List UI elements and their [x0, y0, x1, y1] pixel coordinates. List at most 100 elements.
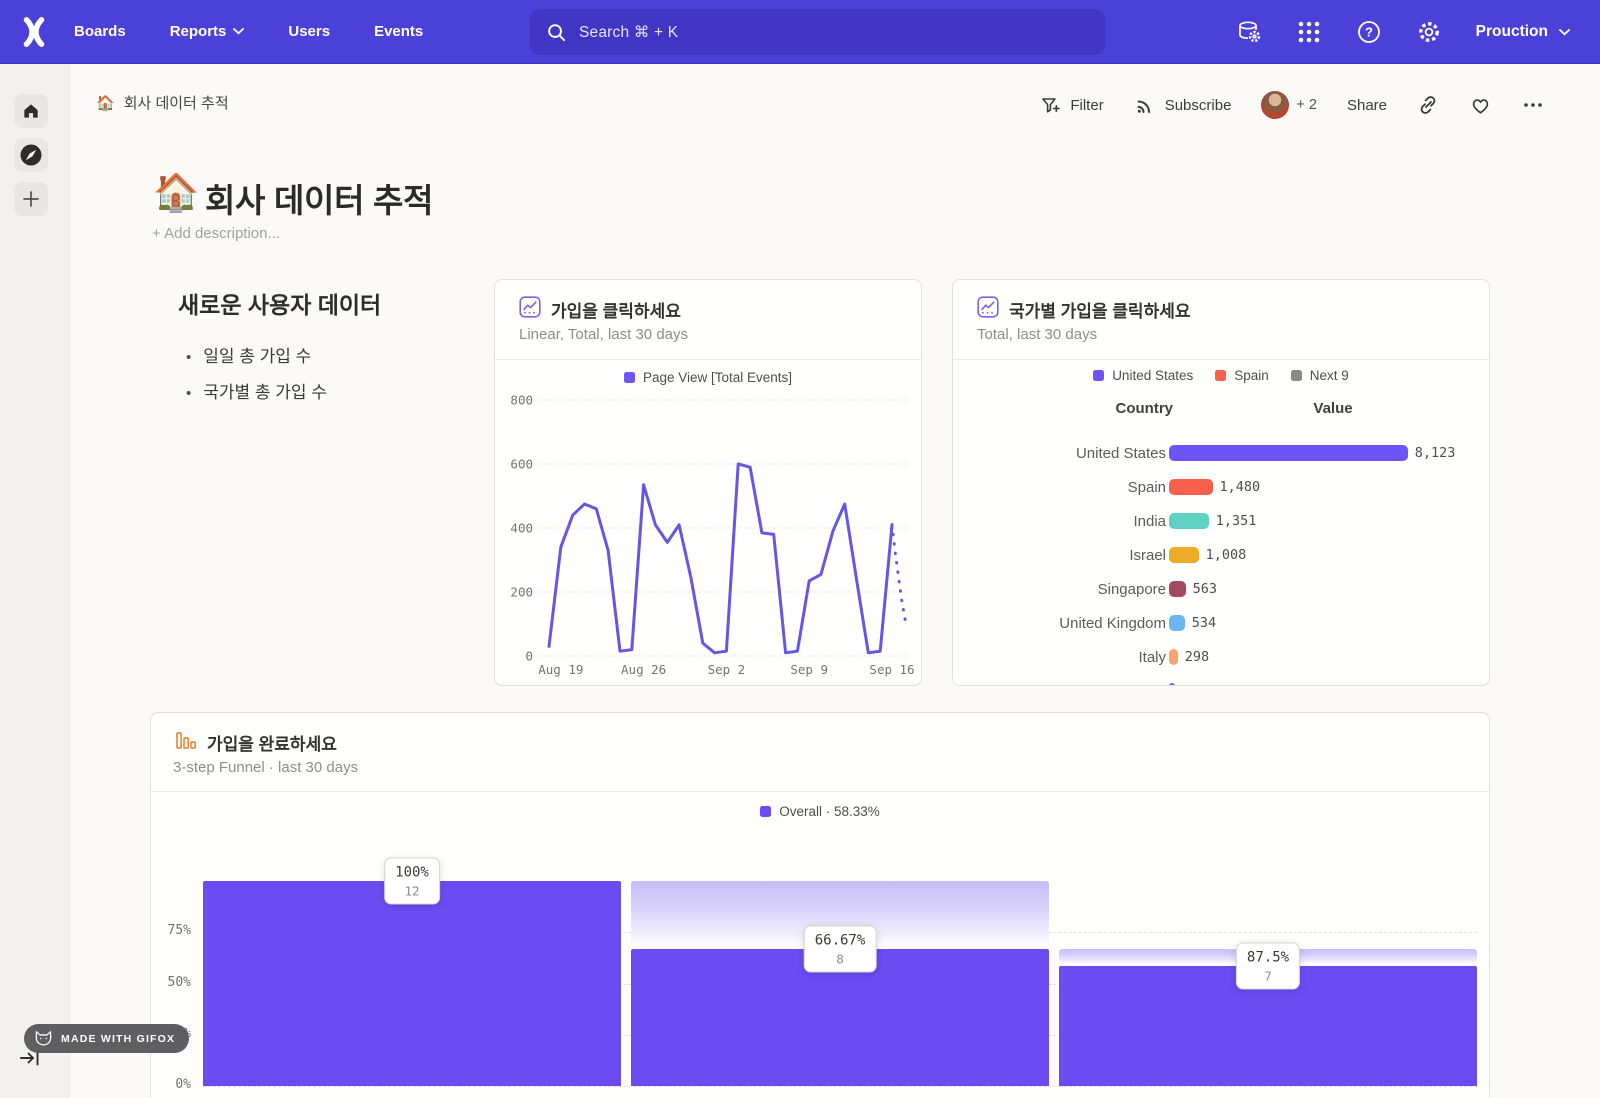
card-title[interactable]: 국가별 가입을 클릭하세요 [1009, 297, 1191, 322]
country-bar[interactable] [1169, 445, 1408, 461]
gifox-badge[interactable]: MADE WITH GIFOX [24, 1024, 189, 1053]
nav-users[interactable]: Users [288, 23, 330, 40]
country-label: Spain [953, 479, 1166, 496]
collaborators[interactable]: + 2 [1261, 91, 1317, 119]
country-value: 1,008 [1206, 547, 1247, 563]
more-ellipsis-icon [1522, 94, 1544, 116]
navbar-icon-cluster: ? Prouction [1236, 0, 1600, 64]
legend-swatch [1291, 370, 1302, 381]
collaborator-count: + 2 [1296, 97, 1317, 113]
mixpanel-logo-icon[interactable] [19, 17, 49, 47]
page-title-emoji: 🏠 [153, 172, 199, 215]
home-icon[interactable] [14, 94, 48, 128]
x-tick-label: Aug 19 [538, 662, 583, 677]
favorite-button[interactable] [1469, 94, 1492, 117]
funnel-y-tick-label: 75% [151, 923, 191, 938]
funnel-step-tooltip: 100% 12 [384, 858, 440, 905]
country-row[interactable]: Canada [953, 674, 1489, 686]
line-chart-plot[interactable]: 8006004002000Aug 19Aug 26Sep 2Sep 9Sep 1… [495, 280, 922, 686]
step-conversion-pct: 100% [395, 865, 429, 881]
step-count: 7 [1247, 969, 1289, 984]
search-input[interactable]: Search ⌘ + K [530, 9, 1105, 55]
filter-label: Filter [1070, 97, 1103, 114]
legend-swatch [760, 806, 771, 817]
legend-item[interactable]: Overall · 58.33% [760, 804, 880, 819]
divider [151, 791, 1489, 792]
project-switcher[interactable]: Prouction [1476, 23, 1570, 41]
plus-icon[interactable] [14, 182, 48, 216]
step-count: 8 [815, 952, 866, 967]
country-row[interactable]: Israel1,008 [953, 538, 1489, 572]
country-bar[interactable] [1169, 615, 1185, 631]
fox-icon [34, 1030, 53, 1047]
country-value: 8,123 [1415, 445, 1456, 461]
country-row[interactable]: Singapore 563 [953, 572, 1489, 606]
heart-icon [1469, 94, 1492, 117]
legend-item[interactable]: Spain [1215, 368, 1269, 383]
funnel-legend: Overall · 58.33% [151, 804, 1489, 819]
project-name: Prouction [1476, 23, 1548, 41]
nav-boards[interactable]: Boards [74, 23, 126, 40]
funnel-bar[interactable] [203, 881, 621, 1086]
country-row[interactable]: United Kingdom534 [953, 606, 1489, 640]
funnel-report-icon [175, 729, 197, 751]
country-bar[interactable] [1169, 513, 1209, 529]
country-row[interactable]: India1,351 [953, 504, 1489, 538]
step-count: 12 [395, 884, 429, 899]
avatar[interactable] [1261, 91, 1289, 119]
country-bar[interactable] [1169, 547, 1199, 563]
search-placeholder: Search ⌘ + K [579, 23, 678, 42]
country-value: 1,480 [1220, 479, 1261, 495]
country-bar[interactable] [1169, 479, 1213, 495]
line-series[interactable] [549, 464, 892, 653]
share-label: Share [1347, 97, 1387, 114]
more-menu-button[interactable] [1522, 94, 1544, 116]
country-bar[interactable] [1169, 649, 1178, 665]
subscribe-button[interactable]: Subscribe [1134, 94, 1232, 116]
y-tick-label: 200 [510, 585, 533, 600]
copy-link-button[interactable] [1417, 94, 1439, 116]
filter-button[interactable]: Filter [1040, 95, 1103, 116]
x-tick-label: Sep 2 [708, 662, 746, 677]
intro-bullets: 일일 총 가입 수 국가별 총 가입 수 [186, 342, 327, 414]
country-label: Italy [953, 649, 1166, 666]
apps-grid-icon[interactable] [1296, 19, 1322, 45]
country-row[interactable]: United States 8,123 [953, 436, 1489, 470]
compass-icon[interactable] [14, 138, 48, 172]
funnel-step-tooltip: 87.5%7 [1236, 943, 1300, 990]
gridline [203, 1086, 1477, 1087]
settings-gear-icon[interactable] [1416, 19, 1442, 45]
legend-item[interactable]: Next 9 [1291, 368, 1349, 383]
help-icon[interactable]: ? [1356, 19, 1382, 45]
legend-item[interactable]: United States [1093, 368, 1193, 383]
card-title[interactable]: 가입을 완료하세요 [207, 730, 337, 755]
country-bar[interactable] [1169, 683, 1175, 686]
country-bar[interactable] [1169, 581, 1186, 597]
card-subtitle: Total, last 30 days [977, 326, 1097, 343]
country-chart-legend: United States Spain Next 9 [953, 368, 1489, 383]
intro-bullet: 국가별 총 가입 수 [186, 378, 327, 403]
country-row[interactable]: Italy298 [953, 640, 1489, 674]
nav-events[interactable]: Events [374, 23, 423, 40]
country-value: 534 [1192, 615, 1216, 631]
add-description-button[interactable]: + Add description... [152, 225, 280, 242]
data-management-icon[interactable] [1236, 19, 1262, 45]
funnel-y-tick-label: 50% [151, 975, 191, 990]
funnel-plot[interactable]: 100%1266.67%887.5%7 [203, 881, 1477, 1086]
search-icon [546, 22, 567, 43]
legend-label: Overall · 58.33% [779, 804, 880, 819]
funnel-y-tick-label: 0% [151, 1077, 191, 1092]
nav-reports[interactable]: Reports [170, 23, 245, 40]
primary-nav: Boards Reports Users Events [74, 23, 423, 40]
breadcrumb[interactable]: 🏠 회사 데이터 추적 [96, 92, 229, 113]
nav-reports-label: Reports [170, 23, 227, 40]
left-sidebar [0, 64, 70, 1098]
country-label: United States [953, 445, 1166, 462]
page-title: 회사 데이터 추적 [205, 174, 433, 222]
country-value: 563 [1193, 581, 1217, 597]
share-button[interactable]: Share [1347, 97, 1387, 114]
intro-bullet: 일일 총 가입 수 [186, 342, 327, 367]
country-label: Singapore [953, 581, 1166, 598]
country-row[interactable]: Spain 1,480 [953, 470, 1489, 504]
country-value: 1,351 [1216, 513, 1257, 529]
